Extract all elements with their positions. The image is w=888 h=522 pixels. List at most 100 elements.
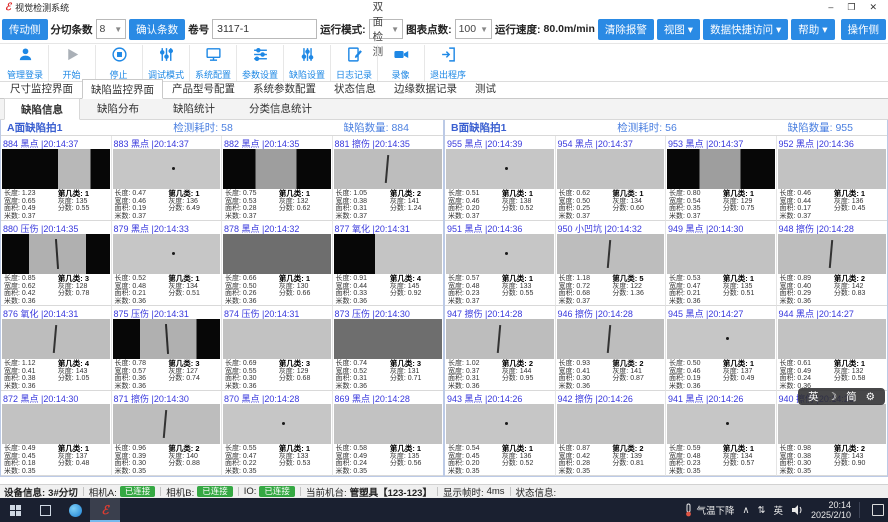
frame-time-label: 显示帧时: bbox=[443, 485, 484, 499]
taskbar-clock[interactable]: 20:14 2025/2/10 bbox=[811, 500, 851, 520]
defect-cell[interactable]: 951 黑点 |20:14:36 长度: 0.57 宽度: 0.48 面积: 0… bbox=[445, 221, 556, 306]
defect-cell[interactable]: 870 黑点 |20:14:28 长度: 0.55 宽度: 0.47 面积: 0… bbox=[222, 391, 333, 476]
defect-settings-button[interactable]: 缺陷设置 bbox=[284, 45, 331, 81]
chart-points-select[interactable]: 100▼ bbox=[455, 19, 492, 39]
moon-icon[interactable]: ☽ bbox=[828, 391, 837, 403]
debug-mode-button[interactable]: 调试模式 bbox=[143, 45, 190, 81]
weather-tray-item[interactable]: 气温下降 bbox=[684, 503, 734, 517]
start-button[interactable] bbox=[0, 498, 30, 522]
play-icon bbox=[64, 46, 81, 66]
defect-cell[interactable]: 948 擦伤 |20:14:28 长度: 0.89 宽度: 0.40 面积: 0… bbox=[777, 221, 888, 306]
tab-0[interactable]: 尺寸监控界面 bbox=[1, 78, 82, 98]
tab-6[interactable]: 测试 bbox=[466, 78, 505, 98]
tab-3[interactable]: 系统参数配置 bbox=[244, 78, 325, 98]
defect-cell[interactable]: 875 压伤 |20:14:31 长度: 0.78 宽度: 0.57 面积: 0… bbox=[112, 306, 223, 391]
defect-cell[interactable]: 952 黑点 |20:14:36 长度: 0.46 宽度: 0.44 面积: 0… bbox=[777, 136, 888, 221]
param-settings-button[interactable]: 参数设置 bbox=[237, 45, 284, 81]
defect-cell[interactable]: 945 黑点 |20:14:27 长度: 0.50 宽度: 0.46 面积: 0… bbox=[666, 306, 777, 391]
tray-expand-chevron[interactable]: ∧ bbox=[743, 505, 750, 516]
defect-cell[interactable]: 878 黑点 |20:14:32 长度: 0.66 宽度: 0.50 面积: 0… bbox=[222, 221, 333, 306]
subtab-2[interactable]: 缺陷统计 bbox=[156, 97, 232, 119]
defect-image bbox=[223, 404, 331, 444]
defect-cell[interactable]: 872 黑点 |20:14:30 长度: 0.49 宽度: 0.45 面积: 0… bbox=[1, 391, 112, 476]
defect-cell[interactable]: 879 黑点 |20:14:33 长度: 0.52 宽度: 0.48 面积: 0… bbox=[112, 221, 223, 306]
action-center-icon[interactable] bbox=[872, 504, 884, 516]
tab-1[interactable]: 缺陷监控界面 bbox=[82, 79, 163, 99]
action-toolbar: 管理登录开始停止调试模式系统配置参数设置缺陷设置日志记录录像退出程序 bbox=[0, 44, 888, 82]
tab-5[interactable]: 边缘数据记录 bbox=[385, 78, 466, 98]
ime-lang-toggle[interactable]: 英 bbox=[808, 389, 819, 404]
defect-cell[interactable]: 869 黑点 |20:14:28 长度: 0.58 宽度: 0.49 面积: 0… bbox=[333, 391, 444, 476]
defect-cell[interactable]: 871 擦伤 |20:14:30 长度: 0.96 宽度: 0.39 面积: 0… bbox=[112, 391, 223, 476]
defect-cell[interactable]: 947 擦伤 |20:14:28 长度: 1.02 宽度: 0.37 面积: 0… bbox=[445, 306, 556, 391]
defect-cell-header: 876 氧化 |20:14:31 bbox=[1, 306, 111, 319]
defect-cell[interactable]: 882 黑点 |20:14:35 长度: 0.75 宽度: 0.53 面积: 0… bbox=[222, 136, 333, 221]
speaker-icon[interactable] bbox=[791, 504, 803, 516]
defect-cell[interactable]: 953 黑点 |20:14:37 长度: 0.80 宽度: 0.54 面积: 0… bbox=[666, 136, 777, 221]
defect-meta: 长度: 0.57 宽度: 0.48 面积: 0.23 米数: 0.37 第几类:… bbox=[445, 274, 555, 305]
defect-cell[interactable]: 946 擦伤 |20:14:28 长度: 0.93 宽度: 0.41 面积: 0… bbox=[556, 306, 667, 391]
recording-button[interactable]: 录像 bbox=[378, 45, 425, 81]
operator-side-button[interactable]: 操作侧 bbox=[841, 19, 887, 40]
thermometer-icon bbox=[684, 503, 693, 517]
defect-meta: 长度: 0.69 宽度: 0.55 面积: 0.30 米数: 0.36 第几类:… bbox=[222, 359, 332, 390]
exit-program-button[interactable]: 退出程序 bbox=[425, 45, 472, 81]
roll-number-input[interactable] bbox=[212, 19, 317, 39]
defect-cell[interactable]: 954 黑点 |20:14:37 长度: 0.62 宽度: 0.50 面积: 0… bbox=[556, 136, 667, 221]
gear-icon[interactable]: ⚙ bbox=[866, 391, 875, 403]
stop-button[interactable]: 停止 bbox=[96, 45, 143, 81]
start-button[interactable]: 开始 bbox=[49, 45, 96, 81]
defect-cell[interactable]: 881 擦伤 |20:14:35 长度: 1.05 宽度: 0.38 面积: 0… bbox=[333, 136, 444, 221]
sliders-v-icon bbox=[158, 46, 175, 66]
defect-meta: 长度: 0.78 宽度: 0.57 面积: 0.36 米数: 0.36 第几类:… bbox=[112, 359, 222, 390]
subtab-1[interactable]: 缺陷分布 bbox=[80, 97, 156, 119]
clear-alarm-button[interactable]: 清除报警 bbox=[598, 19, 654, 40]
confirm-strips-button[interactable]: 确认条数 bbox=[129, 19, 185, 40]
tab-2[interactable]: 产品型号配置 bbox=[163, 78, 244, 98]
log-record-button[interactable]: 日志记录 bbox=[331, 45, 378, 81]
defect-cell[interactable]: 883 黑点 |20:14:37 长度: 0.47 宽度: 0.46 面积: 0… bbox=[112, 136, 223, 221]
defect-cell[interactable]: 950 小凹坑 |20:14:32 长度: 1.18 宽度: 0.72 面积: … bbox=[556, 221, 667, 306]
defect-meta: 长度: 0.96 宽度: 0.39 面积: 0.30 米数: 0.35 第几类:… bbox=[112, 444, 222, 475]
camera-a-label: 相机A: bbox=[89, 485, 117, 499]
defect-cell[interactable]: 943 黑点 |20:14:26 长度: 0.54 宽度: 0.45 面积: 0… bbox=[445, 391, 556, 476]
close-button[interactable]: ✕ bbox=[869, 2, 877, 13]
defect-cell[interactable]: 874 压伤 |20:14:31 长度: 0.69 宽度: 0.55 面积: 0… bbox=[222, 306, 333, 391]
defect-cell[interactable]: 955 黑点 |20:14:39 长度: 0.51 宽度: 0.46 面积: 0… bbox=[445, 136, 556, 221]
defect-cell[interactable]: 877 氧化 |20:14:31 长度: 0.91 宽度: 0.44 面积: 0… bbox=[333, 221, 444, 306]
defect-cell-header: 869 黑点 |20:14:28 bbox=[333, 391, 444, 404]
system-config-button[interactable]: 系统配置 bbox=[190, 45, 237, 81]
strip-count-select[interactable]: 8▼ bbox=[96, 19, 127, 39]
defect-cell[interactable]: 873 压伤 |20:14:30 长度: 0.74 宽度: 0.52 面积: 0… bbox=[333, 306, 444, 391]
defect-cell[interactable]: 941 黑点 |20:14:26 长度: 0.59 宽度: 0.48 面积: 0… bbox=[666, 391, 777, 476]
defect-cell[interactable]: 949 黑点 |20:14:30 长度: 0.53 宽度: 0.47 面积: 0… bbox=[666, 221, 777, 306]
defect-cell[interactable]: 884 黑点 |20:14:37 长度: 1.23 宽度: 0.65 面积: 0… bbox=[1, 136, 112, 221]
tab-4[interactable]: 状态信息 bbox=[325, 78, 385, 98]
subtab-0[interactable]: 缺陷信息 bbox=[4, 98, 80, 120]
admin-login-button[interactable]: 管理登录 bbox=[2, 45, 49, 81]
drive-side-button[interactable]: 传动侧 bbox=[2, 19, 48, 40]
task-view-button[interactable] bbox=[30, 498, 60, 522]
device-info-label: 设备信息: bbox=[4, 485, 45, 499]
run-mode-select[interactable]: 双面检测▼ bbox=[369, 19, 403, 39]
defect-cell[interactable]: 942 擦伤 |20:14:26 长度: 0.87 宽度: 0.42 面积: 0… bbox=[556, 391, 667, 476]
defect-cell[interactable]: 876 氧化 |20:14:31 长度: 1.12 宽度: 0.41 面积: 0… bbox=[1, 306, 112, 391]
minimize-button[interactable]: – bbox=[828, 2, 833, 13]
network-icon[interactable]: ⇅ bbox=[757, 505, 765, 516]
camera-b-label: 相机B: bbox=[166, 485, 194, 499]
defect-meta: 长度: 0.49 宽度: 0.45 面积: 0.18 米数: 0.35 第几类:… bbox=[1, 444, 111, 475]
subtab-3[interactable]: 分类信息统计 bbox=[232, 97, 329, 119]
defect-meta: 长度: 1.02 宽度: 0.37 面积: 0.31 米数: 0.36 第几类:… bbox=[445, 359, 555, 390]
maximize-button[interactable]: ❐ bbox=[847, 2, 855, 13]
data-quick-access-button[interactable]: 数据快捷访问 ▾ bbox=[703, 19, 788, 40]
defect-cell[interactable]: 880 压伤 |20:14:35 长度: 0.85 宽度: 0.62 面积: 0… bbox=[1, 221, 112, 306]
browser-taskbar-button[interactable] bbox=[60, 498, 90, 522]
view-menu-button[interactable]: 视图 ▾ bbox=[657, 19, 700, 40]
app-taskbar-button[interactable]: ℰ bbox=[90, 498, 120, 522]
defect-panels: A面缺陷拍1 检测耗时: 58 缺陷数量: 884 884 黑点 |20:14:… bbox=[0, 120, 888, 477]
help-menu-button[interactable]: 帮助 ▾ bbox=[791, 19, 834, 40]
ime-simplified-toggle[interactable]: 简 bbox=[846, 389, 857, 404]
defect-cell[interactable]: 944 黑点 |20:14:27 长度: 0.61 宽度: 0.49 面积: 0… bbox=[777, 306, 888, 391]
language-indicator[interactable]: 英 bbox=[773, 503, 783, 517]
defect-image bbox=[334, 319, 443, 359]
